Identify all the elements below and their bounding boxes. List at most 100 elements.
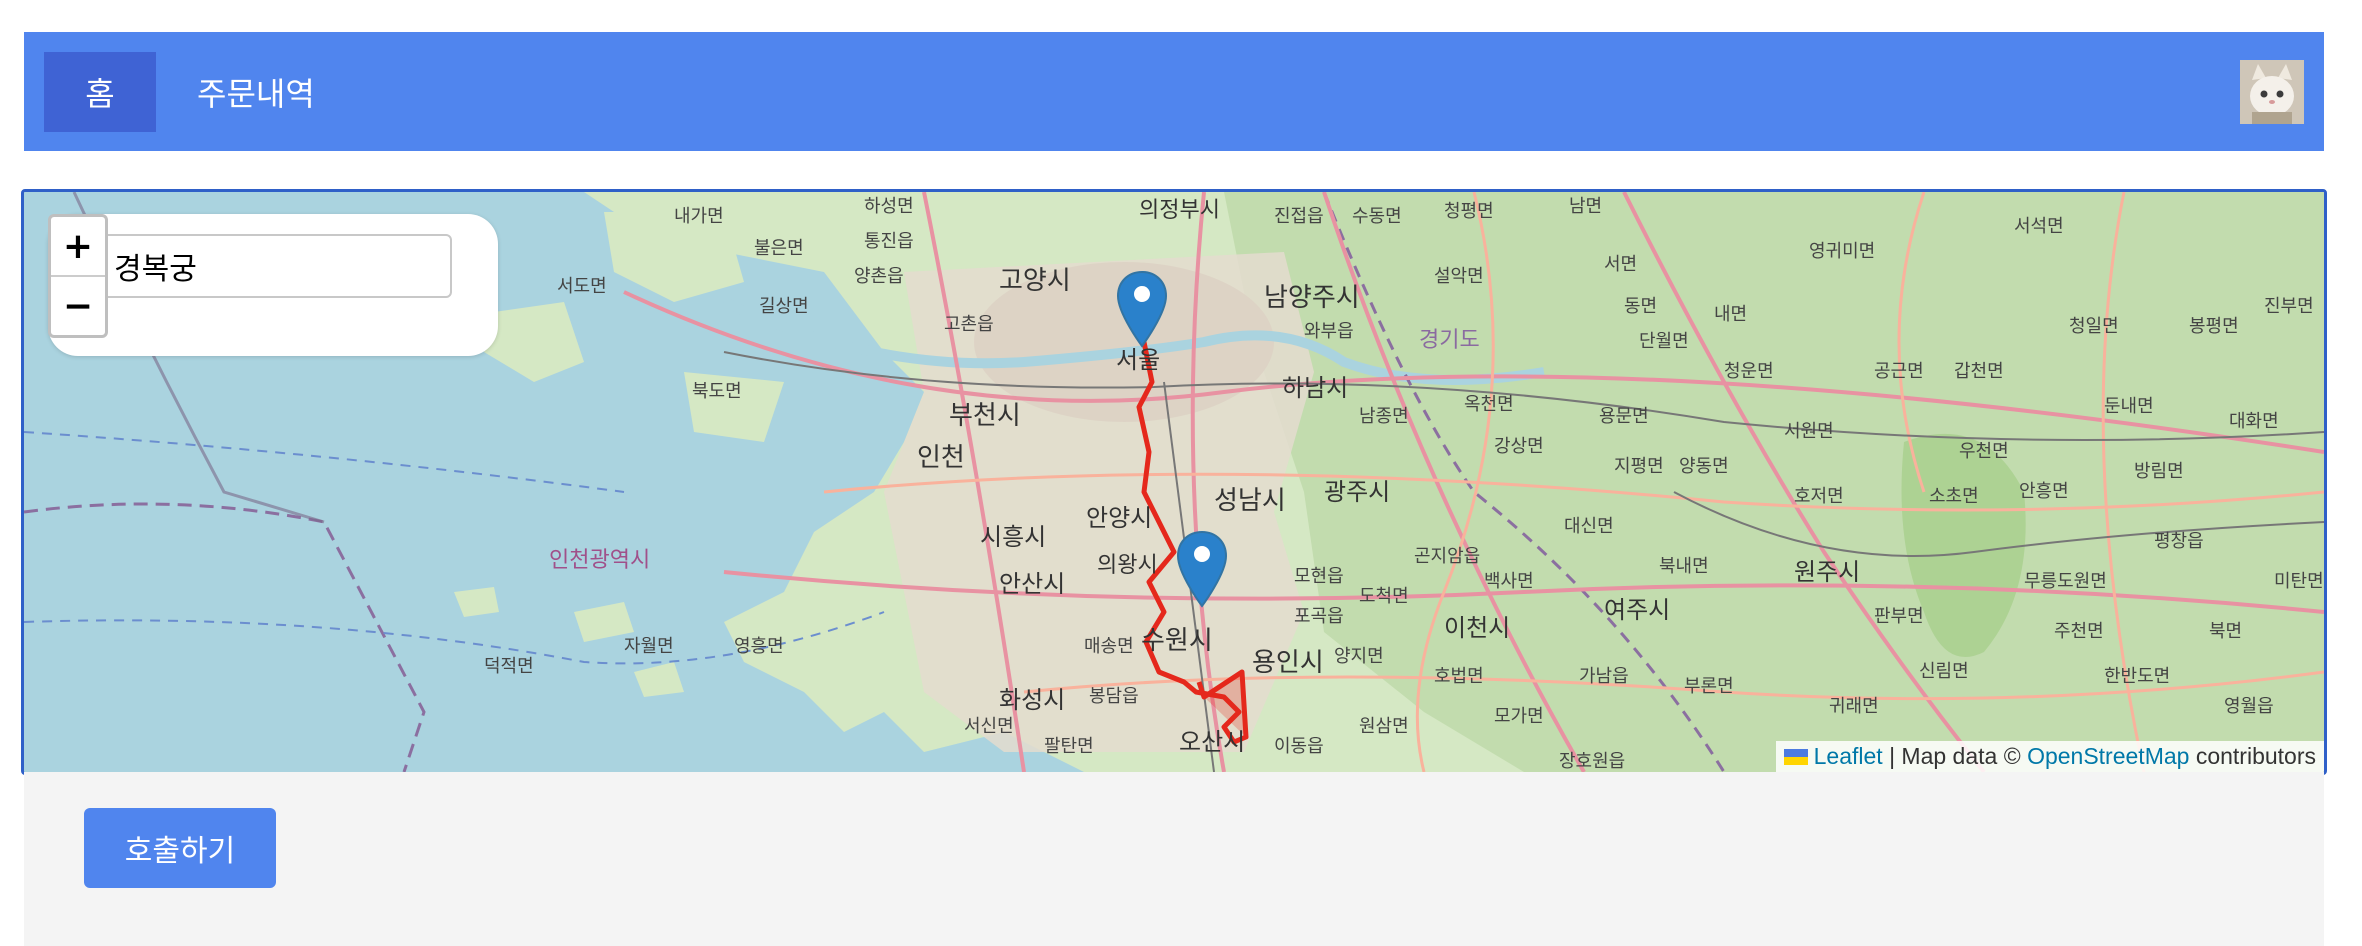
attribution-text: | Map data © — [1889, 743, 2021, 769]
place-label: 양촌읍 — [854, 266, 904, 287]
search-panel — [48, 214, 498, 356]
place-label: 도척면 — [1359, 586, 1409, 607]
place-label: 하남시 — [1282, 374, 1349, 402]
place-label: 원삼면 — [1359, 716, 1409, 737]
place-label: 서원면 — [1784, 421, 1834, 442]
place-label: 호저면 — [1794, 486, 1844, 507]
search-input[interactable] — [102, 234, 452, 298]
place-label: 영귀미면 — [1809, 241, 1876, 262]
place-label: 여주시 — [1604, 596, 1671, 624]
osm-link[interactable]: OpenStreetMap — [2027, 743, 2189, 769]
marker-start-icon[interactable] — [1114, 270, 1170, 348]
place-label: 수원시 — [1141, 626, 1213, 656]
place-label: 시흥시 — [980, 523, 1047, 551]
place-label: 주천면 — [2054, 621, 2104, 642]
nav-orders-tab[interactable]: 주문내역 — [197, 52, 315, 132]
place-label: 진접읍 — [1274, 206, 1324, 227]
place-label: 모가면 — [1494, 706, 1544, 727]
place-label: 남면 — [1569, 196, 1603, 217]
place-label: 안산시 — [999, 570, 1066, 598]
place-label: 청평면 — [1444, 201, 1494, 222]
place-label: 호법면 — [1434, 666, 1484, 687]
place-label: 내면 — [1714, 304, 1748, 325]
cat-avatar-icon — [2240, 60, 2304, 124]
place-label: 수동면 — [1352, 206, 1402, 227]
attribution-contributors: contributors — [2195, 743, 2316, 769]
place-label: 의정부시 — [1139, 198, 1220, 223]
place-label: 남양주시 — [1264, 283, 1360, 313]
nav-orders-label: 주문내역 — [197, 75, 315, 113]
place-label: 양지면 — [1334, 646, 1384, 667]
place-label: 백사면 — [1484, 571, 1534, 592]
marker-destination-icon[interactable] — [1174, 530, 1230, 608]
place-label: 북면 — [2209, 621, 2243, 642]
zoom-out-button[interactable]: − — [51, 277, 105, 335]
place-label: 서면 — [1604, 254, 1638, 275]
place-label: 안흥면 — [2019, 481, 2069, 502]
place-label: 강상면 — [1494, 436, 1544, 457]
place-label: 성남시 — [1214, 486, 1286, 516]
map-attribution: Leaflet | Map data © OpenStreetMap contr… — [1775, 741, 2324, 772]
place-label: 둔내면 — [2104, 396, 2154, 417]
place-label: 청일면 — [2069, 316, 2119, 337]
place-label: 내가면 — [674, 206, 724, 227]
place-label: 청운면 — [1724, 361, 1774, 382]
place-label: 서신면 — [964, 716, 1014, 737]
place-label: 갑천면 — [1954, 361, 2004, 382]
ukraine-flag-icon — [1783, 749, 1808, 765]
place-label: 용문면 — [1599, 406, 1649, 427]
zoom-control: + − — [48, 214, 108, 338]
place-label: 봉평면 — [2189, 316, 2239, 337]
place-label: 고촌읍 — [944, 314, 994, 335]
place-label: 귀래면 — [1829, 696, 1879, 717]
place-label: 북내면 — [1659, 556, 1709, 577]
place-label: 화성시 — [999, 686, 1066, 714]
place-label: 옥천면 — [1464, 394, 1514, 415]
place-label: 남종면 — [1359, 406, 1409, 427]
place-label: 공근면 — [1874, 361, 1924, 382]
place-label: 부론면 — [1684, 676, 1734, 697]
place-label: 대화면 — [2229, 411, 2279, 432]
route-map[interactable]: 의정부시 남양주시 고양시 서울 하남시 부천시 인천 성남시 광주시 시흥시 … — [21, 189, 2327, 775]
place-label: 가남읍 — [1579, 666, 1629, 687]
place-label: 팔탄면 — [1044, 736, 1094, 757]
place-label: 설악면 — [1434, 266, 1484, 287]
place-label: 서도면 — [557, 276, 607, 297]
place-label: 봉담읍 — [1089, 686, 1139, 707]
place-label: 무릉도원면 — [2024, 571, 2107, 592]
place-label: 의왕시 — [1097, 553, 1158, 578]
place-label: 우천면 — [1959, 441, 2009, 462]
place-label: 자월면 — [624, 636, 674, 657]
place-label: 서석면 — [2014, 216, 2064, 237]
place-label: 길상면 — [759, 296, 809, 317]
place-label: 이천시 — [1444, 614, 1511, 642]
nav-home-label: 홈 — [85, 75, 115, 113]
leaflet-link[interactable]: Leaflet — [1814, 743, 1883, 769]
place-label: 매송면 — [1084, 636, 1134, 657]
place-label: 한반도면 — [2104, 666, 2171, 687]
place-label: 북도면 — [692, 381, 742, 402]
place-label: 불은면 — [754, 238, 804, 259]
place-label: 영월읍 — [2224, 696, 2274, 717]
place-label: 이동읍 — [1274, 736, 1324, 757]
place-label: 용인시 — [1252, 648, 1324, 678]
place-label: 덕적면 — [484, 656, 534, 677]
place-label: 동면 — [1624, 296, 1658, 317]
avatar[interactable] — [2240, 60, 2304, 124]
place-label: 광주시 — [1324, 478, 1391, 506]
place-label: 영흥면 — [734, 636, 784, 657]
place-label: 부천시 — [949, 401, 1021, 431]
place-label: 오산시 — [1179, 728, 1246, 756]
place-label: 모현읍 — [1294, 566, 1344, 587]
place-label: 미탄면 — [2274, 571, 2324, 592]
place-label: 원주시 — [1794, 558, 1861, 586]
place-label: 방림면 — [2134, 461, 2184, 482]
zoom-in-button[interactable]: + — [51, 217, 105, 277]
place-label: 인천 — [917, 443, 965, 473]
nav-home-tab[interactable]: 홈 — [44, 52, 156, 132]
call-button[interactable]: 호출하기 — [84, 808, 276, 888]
minus-icon: − — [62, 285, 94, 327]
place-label: 고양시 — [999, 266, 1071, 296]
place-label: 인천광역시 — [549, 548, 651, 573]
place-label: 통진읍 — [864, 231, 914, 252]
